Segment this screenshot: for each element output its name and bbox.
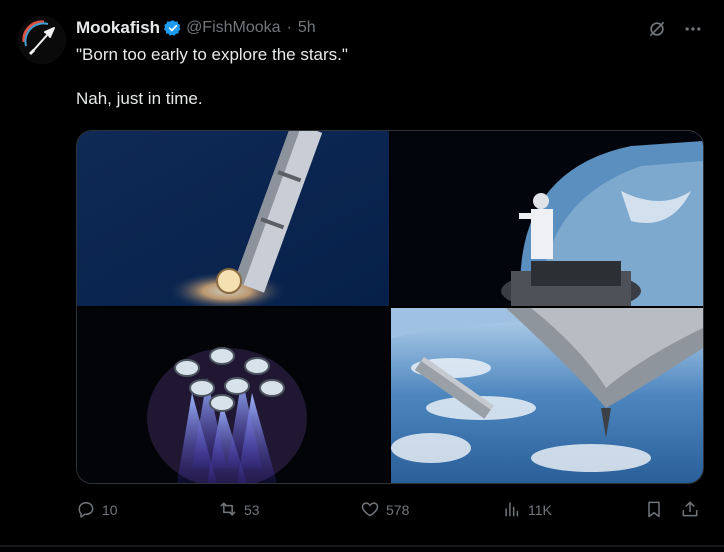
media-image-astronaut[interactable] bbox=[391, 131, 703, 306]
repost-button[interactable]: 53 bbox=[218, 498, 260, 522]
avatar[interactable] bbox=[18, 16, 66, 64]
timestamp[interactable]: 5h bbox=[298, 19, 316, 37]
reply-button[interactable]: 10 bbox=[76, 498, 118, 522]
views-count: 11K bbox=[528, 502, 552, 518]
repost-count: 53 bbox=[244, 502, 260, 518]
like-button[interactable]: 578 bbox=[360, 498, 409, 522]
views-icon bbox=[502, 499, 522, 522]
tweet-text: "Born too early to explore the stars." N… bbox=[76, 44, 696, 110]
views-button[interactable]: 11K bbox=[502, 498, 552, 522]
divider bbox=[0, 545, 724, 547]
reply-icon bbox=[76, 499, 96, 522]
engagement-bar: 10 53 578 11K bbox=[76, 498, 702, 522]
user-handle[interactable]: @FishMooka bbox=[186, 19, 281, 37]
like-icon bbox=[360, 499, 380, 522]
verified-badge-icon bbox=[164, 19, 182, 37]
repost-icon bbox=[218, 499, 238, 522]
media-image-rocket[interactable] bbox=[77, 131, 389, 306]
share-icon bbox=[680, 499, 700, 522]
tweet-top-actions bbox=[646, 18, 704, 40]
media-grid bbox=[76, 130, 704, 484]
separator-dot: · bbox=[286, 19, 292, 36]
bookmark-button[interactable] bbox=[644, 498, 664, 522]
like-count: 578 bbox=[386, 502, 410, 518]
tweet-card[interactable]: Mookafish @FishMooka · 5h "Born too earl… bbox=[0, 0, 724, 552]
grok-icon[interactable] bbox=[646, 18, 668, 40]
media-image-engines[interactable] bbox=[77, 308, 389, 483]
display-name[interactable]: Mookafish bbox=[76, 18, 160, 38]
tweet-text-line: Nah, just in time. bbox=[76, 89, 203, 108]
media-image-earth[interactable] bbox=[391, 308, 703, 483]
bookmark-icon bbox=[644, 499, 664, 522]
reply-count: 10 bbox=[102, 502, 118, 518]
tweet-header: Mookafish @FishMooka · 5h bbox=[76, 17, 316, 39]
more-icon[interactable] bbox=[682, 18, 704, 40]
tweet-text-line: "Born too early to explore the stars." bbox=[76, 45, 348, 64]
share-button[interactable] bbox=[680, 498, 700, 522]
